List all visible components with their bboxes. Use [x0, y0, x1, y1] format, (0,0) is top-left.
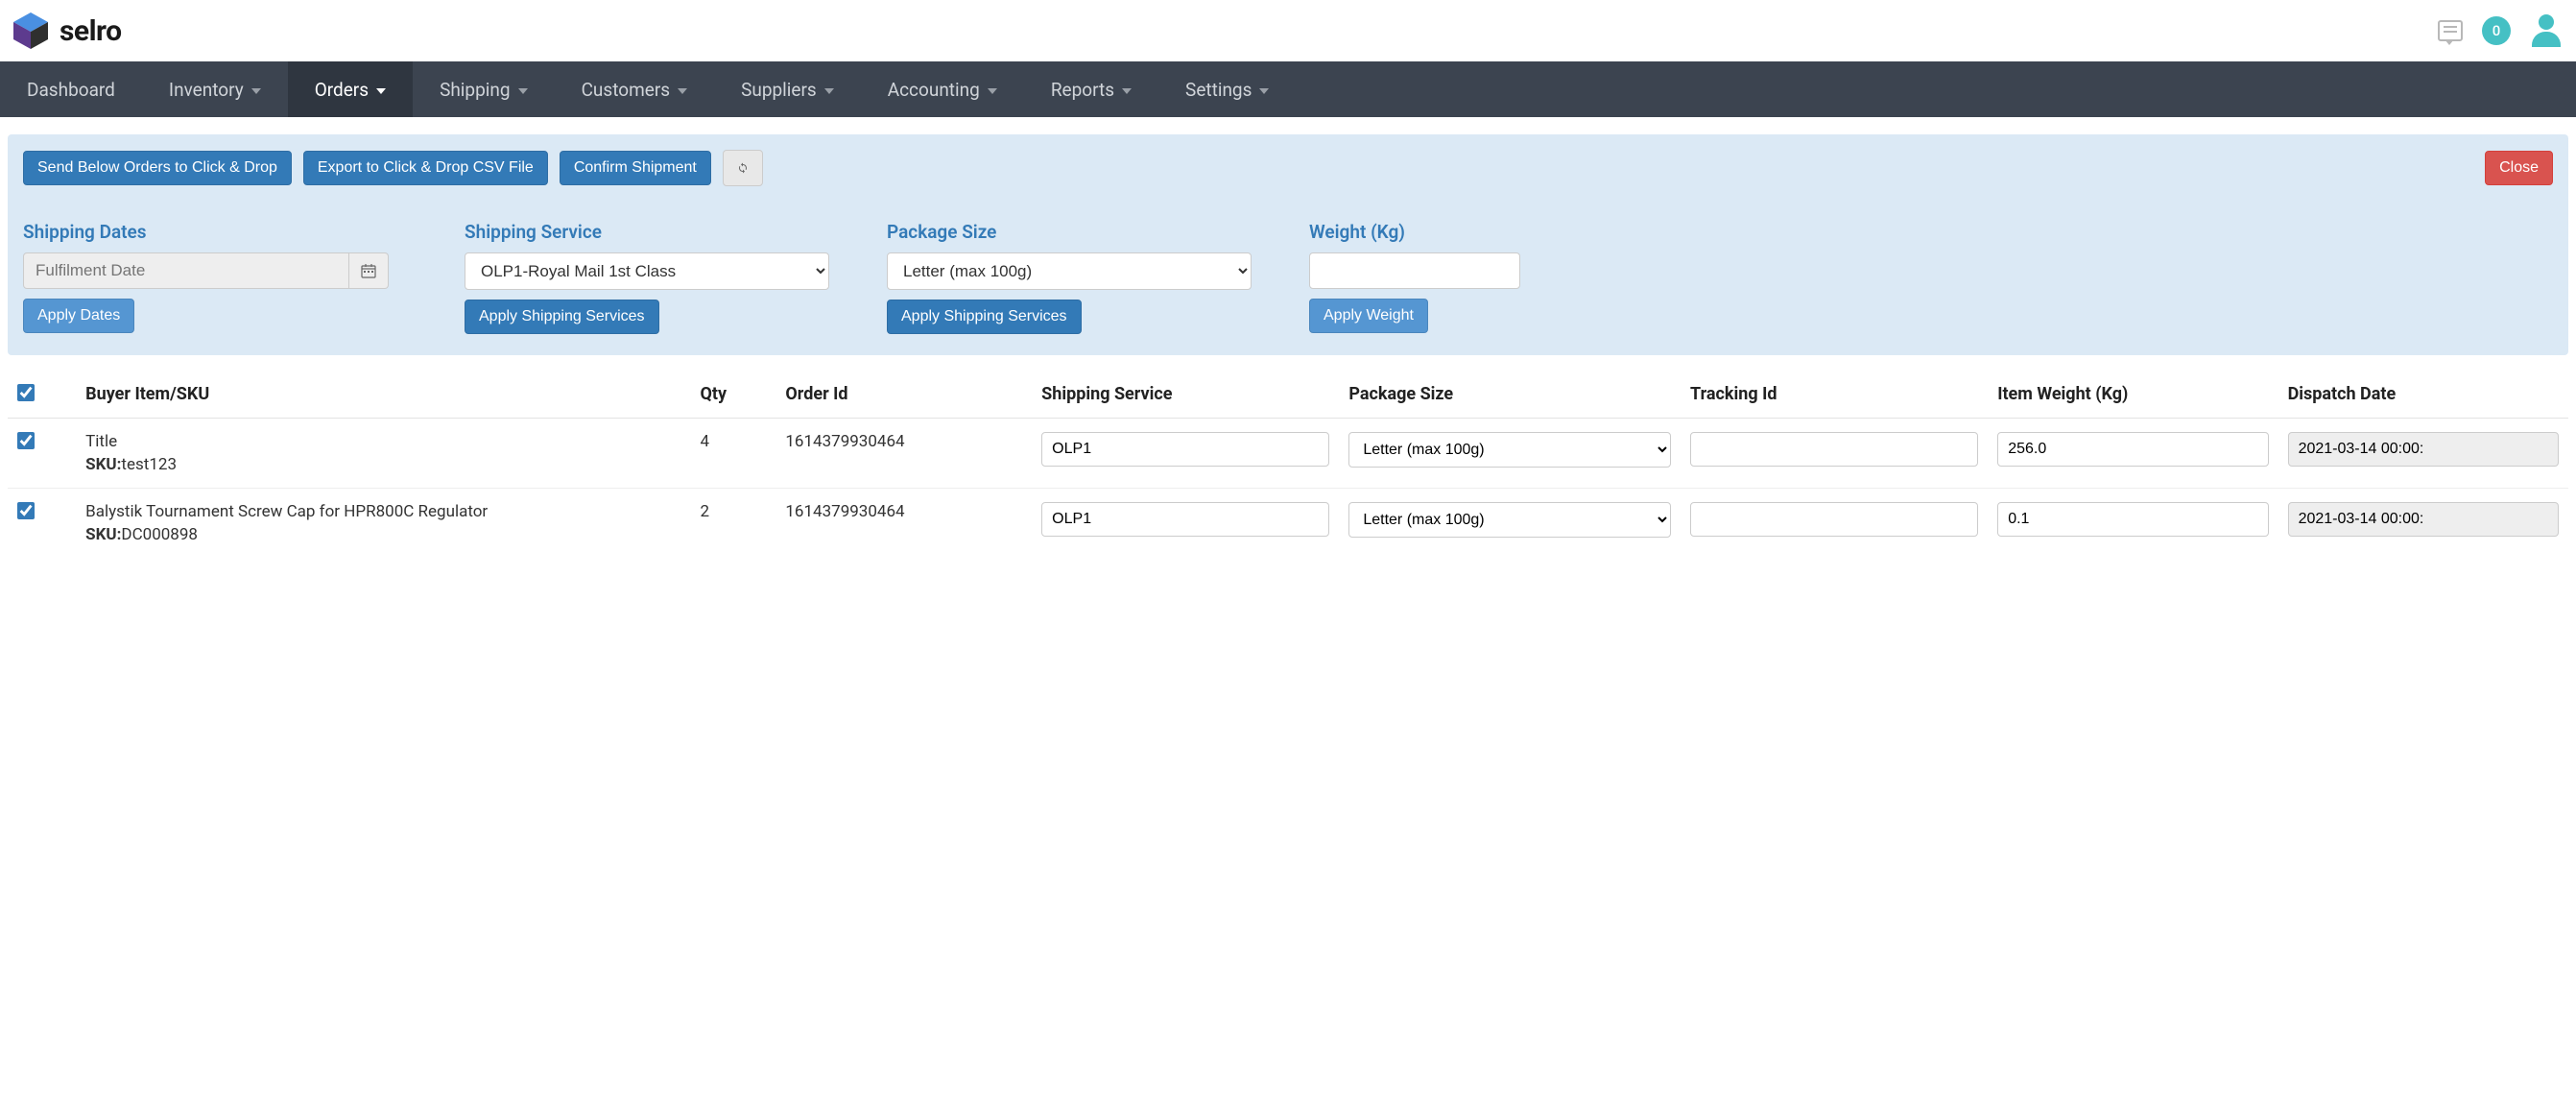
nav-label: Shipping	[440, 79, 511, 101]
item-title: Balystik Tournament Screw Cap for HPR800…	[85, 502, 680, 521]
header-dispatch: Dispatch Date	[2278, 372, 2568, 419]
toolbar: Send Below Orders to Click & Drop Export…	[23, 150, 2553, 186]
filter-label-dates: Shipping Dates	[23, 221, 426, 243]
nav-label: Accounting	[888, 79, 980, 101]
cell-qty: 2	[690, 489, 775, 559]
nav-label: Suppliers	[741, 79, 817, 101]
apply-package-button[interactable]: Apply Shipping Services	[887, 300, 1082, 334]
action-panel: Send Below Orders to Click & Drop Export…	[8, 134, 2568, 355]
nav-label: Settings	[1185, 79, 1252, 101]
export-csv-button[interactable]: Export to Click & Drop CSV File	[303, 151, 548, 185]
nav-item-settings[interactable]: Settings	[1158, 61, 1296, 117]
chevron-down-icon	[988, 88, 997, 94]
row-tracking-input[interactable]	[1690, 502, 1978, 537]
fulfilment-date-input[interactable]	[23, 252, 349, 289]
chevron-down-icon	[1122, 88, 1132, 94]
chevron-down-icon	[678, 88, 687, 94]
table-row: Balystik Tournament Screw Cap for HPR800…	[8, 489, 2568, 559]
chevron-down-icon	[251, 88, 261, 94]
messages-icon[interactable]	[2438, 20, 2463, 41]
nav-item-orders[interactable]: Orders	[288, 61, 413, 117]
header-qty: Qty	[690, 372, 775, 419]
apply-service-button[interactable]: Apply Shipping Services	[465, 300, 659, 334]
row-tracking-input[interactable]	[1690, 432, 1978, 467]
nav-item-dashboard[interactable]: Dashboard	[0, 61, 142, 117]
weight-input[interactable]	[1309, 252, 1520, 289]
chevron-down-icon	[376, 88, 386, 94]
nav-label: Reports	[1051, 79, 1114, 101]
row-dispatch-input[interactable]	[2288, 432, 2559, 467]
select-all-checkbox[interactable]	[17, 384, 35, 401]
row-weight-input[interactable]	[1997, 502, 2268, 537]
item-sku: SKU:DC000898	[85, 525, 680, 544]
filter-package-size: Package Size Letter (max 100g) Apply Shi…	[887, 221, 1271, 334]
confirm-shipment-button[interactable]: Confirm Shipment	[560, 151, 711, 185]
table-header-row: Buyer Item/SKU Qty Order Id Shipping Ser…	[8, 372, 2568, 419]
nav-label: Inventory	[169, 79, 244, 101]
package-size-select[interactable]: Letter (max 100g)	[887, 252, 1252, 290]
cell-order-id: 1614379930464	[775, 419, 1032, 489]
calendar-addon[interactable]	[349, 252, 389, 289]
brand-name: selro	[60, 14, 122, 48]
main-nav: Dashboard Inventory Orders Shipping Customer…	[0, 61, 2576, 117]
item-title: Title	[85, 432, 680, 451]
nav-item-accounting[interactable]: Accounting	[861, 61, 1024, 117]
nav-item-inventory[interactable]: Inventory	[142, 61, 288, 117]
orders-table: Buyer Item/SKU Qty Order Id Shipping Ser…	[8, 372, 2568, 558]
chevron-down-icon	[518, 88, 528, 94]
header-tracking: Tracking Id	[1681, 372, 1988, 419]
header-item: Buyer Item/SKU	[76, 372, 690, 419]
header-order: Order Id	[775, 372, 1032, 419]
filter-label-package: Package Size	[887, 221, 1271, 243]
nav-item-customers[interactable]: Customers	[555, 61, 715, 117]
header-service: Shipping Service	[1032, 372, 1339, 419]
notification-badge[interactable]: 0	[2482, 16, 2511, 45]
send-orders-button[interactable]: Send Below Orders to Click & Drop	[23, 151, 292, 185]
nav-item-suppliers[interactable]: Suppliers	[714, 61, 861, 117]
refresh-button[interactable]	[723, 150, 763, 186]
item-sku: SKU:test123	[85, 455, 680, 474]
row-package-select[interactable]: Letter (max 100g)	[1348, 502, 1671, 538]
row-package-select[interactable]: Letter (max 100g)	[1348, 432, 1671, 468]
nav-item-shipping[interactable]: Shipping	[413, 61, 555, 117]
row-dispatch-input[interactable]	[2288, 502, 2559, 537]
cube-icon	[10, 10, 52, 52]
cell-order-id: 1614379930464	[775, 489, 1032, 559]
table-row: Title SKU:test123 41614379930464 Letter (ma…	[8, 419, 2568, 489]
close-button[interactable]: Close	[2485, 151, 2553, 185]
apply-dates-button[interactable]: Apply Dates	[23, 299, 134, 333]
chevron-down-icon	[824, 88, 834, 94]
user-avatar-icon[interactable]	[2530, 14, 2563, 47]
row-checkbox[interactable]	[17, 432, 35, 449]
row-service-input[interactable]	[1041, 502, 1329, 537]
brand-logo[interactable]: selro	[10, 10, 122, 52]
header-right: 0	[2438, 14, 2563, 47]
filter-shipping-dates: Shipping Dates Apply Dates	[23, 221, 426, 333]
filter-shipping-service: Shipping Service OLP1-Royal Mail 1st Cla…	[465, 221, 848, 334]
filter-weight: Weight (Kg) Apply Weight	[1309, 221, 2553, 333]
nav-item-reports[interactable]: Reports	[1024, 61, 1158, 117]
shipping-service-select[interactable]: OLP1-Royal Mail 1st Class	[465, 252, 829, 290]
row-service-input[interactable]	[1041, 432, 1329, 467]
top-header: selro 0	[0, 0, 2576, 61]
row-weight-input[interactable]	[1997, 432, 2268, 467]
filter-row: Shipping Dates Apply Dates Shipping Serv…	[23, 221, 2553, 334]
chevron-down-icon	[1259, 88, 1269, 94]
apply-weight-button[interactable]: Apply Weight	[1309, 299, 1428, 333]
filter-label-service: Shipping Service	[465, 221, 848, 243]
filter-label-weight: Weight (Kg)	[1309, 221, 2553, 243]
header-weight: Item Weight (Kg)	[1988, 372, 2278, 419]
nav-label: Dashboard	[27, 79, 115, 101]
cell-qty: 4	[690, 419, 775, 489]
header-package: Package Size	[1339, 372, 1681, 419]
refresh-icon	[737, 159, 749, 177]
nav-label: Orders	[315, 79, 369, 101]
nav-label: Customers	[582, 79, 671, 101]
row-checkbox[interactable]	[17, 502, 35, 519]
calendar-icon	[361, 263, 376, 278]
